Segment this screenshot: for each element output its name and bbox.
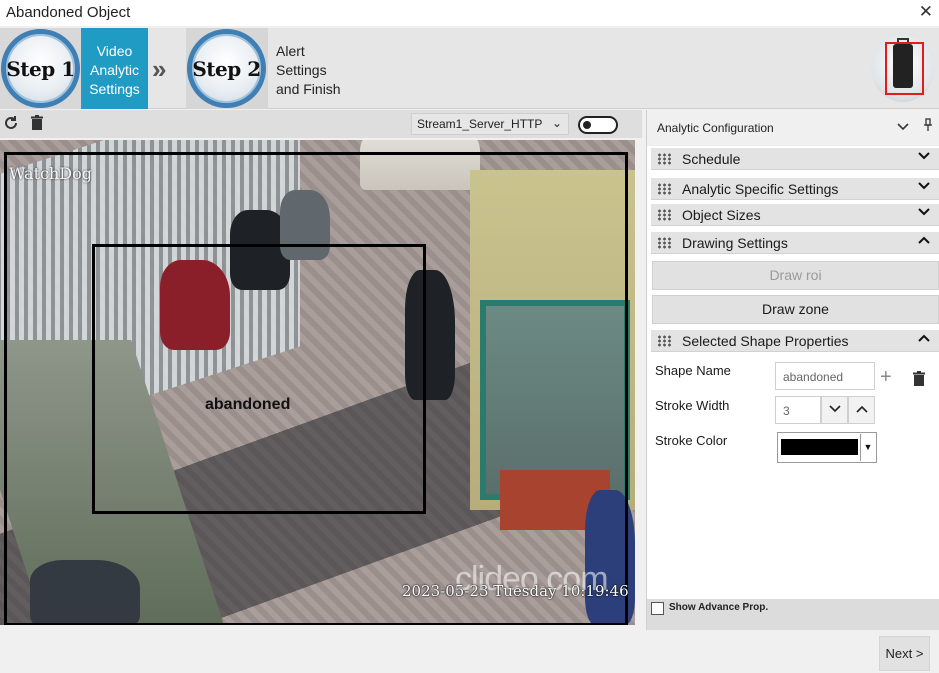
step1-badge-area[interactable]: Step 1: [0, 28, 81, 109]
stroke-width-label: Stroke Width: [655, 398, 730, 413]
zone-rectangle[interactable]: [92, 244, 426, 514]
section-label: Selected Shape Properties: [682, 333, 849, 349]
window-title: Abandoned Object: [6, 4, 131, 21]
drag-grip-icon[interactable]: [657, 153, 671, 165]
chevron-down-icon[interactable]: [918, 150, 930, 164]
shape-name-label: Shape Name: [655, 363, 731, 378]
section-label: Object Sizes: [682, 207, 761, 223]
section-object-sizes[interactable]: Object Sizes: [651, 204, 939, 226]
step1-badge[interactable]: Step 1: [1, 29, 80, 108]
detection-box: [885, 42, 924, 95]
drag-grip-icon[interactable]: [657, 183, 671, 195]
draw-roi-button[interactable]: Draw roi: [652, 261, 939, 290]
title-bar: Abandoned Object ✕: [0, 0, 939, 26]
pin-icon[interactable]: [923, 118, 933, 135]
panel-footer: Show Advance Prop.: [647, 599, 939, 630]
step1-badge-text: Step 1: [6, 56, 75, 81]
section-label: Drawing Settings: [682, 235, 788, 251]
stroke-color-picker[interactable]: ▼: [777, 432, 877, 463]
shape-name-input[interactable]: abandoned: [775, 362, 875, 390]
step2-badge-area[interactable]: Step 2: [186, 28, 268, 109]
chevron-down-icon[interactable]: [918, 206, 930, 220]
stream-select[interactable]: Stream1_Server_HTTP ⌄: [411, 113, 569, 135]
trash-icon[interactable]: [30, 115, 44, 136]
step2-badge[interactable]: Step 2: [187, 29, 266, 108]
drag-grip-icon[interactable]: [657, 237, 671, 249]
chevron-down-icon[interactable]: [897, 119, 909, 134]
drag-grip-icon[interactable]: [657, 209, 671, 221]
close-icon[interactable]: ✕: [919, 2, 933, 22]
decrement-button[interactable]: [821, 396, 848, 424]
analytic-config-panel: Analytic Configuration Schedule Analytic…: [646, 110, 939, 630]
section-analytic-specific[interactable]: Analytic Specific Settings: [651, 178, 939, 200]
color-swatch: [781, 439, 858, 455]
zone-label: abandoned: [205, 396, 291, 413]
draw-zone-button[interactable]: Draw zone: [652, 295, 939, 324]
abandoned-object-preview: [871, 32, 935, 102]
step2-label[interactable]: Alert Settings and Finish: [276, 42, 351, 99]
step2-badge-text: Step 2: [192, 56, 261, 81]
stroke-width-input[interactable]: 3: [775, 396, 821, 424]
stream-toggle[interactable]: [578, 116, 618, 134]
stream-select-value: Stream1_Server_HTTP: [417, 117, 543, 131]
trash-icon[interactable]: [912, 371, 926, 386]
video-frame[interactable]: WatchDog abandoned clideo.com 2023-05-23…: [0, 140, 635, 625]
section-schedule[interactable]: Schedule: [651, 148, 939, 170]
chevron-down-icon[interactable]: [918, 180, 930, 194]
panel-header: Analytic Configuration: [647, 110, 939, 146]
video-timestamp: 2023-05-23 Tuesday 10:19:46: [402, 582, 629, 600]
stroke-color-label: Stroke Color: [655, 433, 728, 448]
video-toolbar: Stream1_Server_HTTP ⌄: [0, 110, 642, 138]
section-label: Schedule: [682, 151, 741, 167]
section-selected-shape[interactable]: Selected Shape Properties: [651, 330, 939, 352]
section-label: Analytic Specific Settings: [682, 181, 839, 197]
double-chevron-icon: »: [152, 54, 167, 84]
panel-title: Analytic Configuration: [657, 121, 774, 135]
wizard-steps: Step 1 Video Analytic Settings » Step 2 …: [0, 28, 939, 109]
dropdown-arrow-icon[interactable]: ▼: [860, 434, 875, 461]
toggle-knob: [583, 121, 591, 129]
next-button[interactable]: Next >: [879, 636, 930, 671]
chevron-down-icon: ⌄: [551, 116, 562, 130]
show-advance-label[interactable]: Show Advance Prop.: [669, 602, 768, 613]
refresh-icon[interactable]: [3, 115, 19, 136]
step2-label-text: Alert Settings and Finish: [276, 43, 341, 97]
chevron-up-icon[interactable]: [918, 332, 930, 346]
step1-label[interactable]: Video Analytic Settings: [81, 28, 148, 109]
add-icon[interactable]: +: [880, 367, 892, 387]
section-drawing-settings[interactable]: Drawing Settings: [651, 232, 939, 254]
drag-grip-icon[interactable]: [657, 335, 671, 347]
chevron-up-icon[interactable]: [918, 234, 930, 248]
show-advance-checkbox[interactable]: [651, 602, 664, 615]
increment-button[interactable]: [848, 396, 875, 424]
